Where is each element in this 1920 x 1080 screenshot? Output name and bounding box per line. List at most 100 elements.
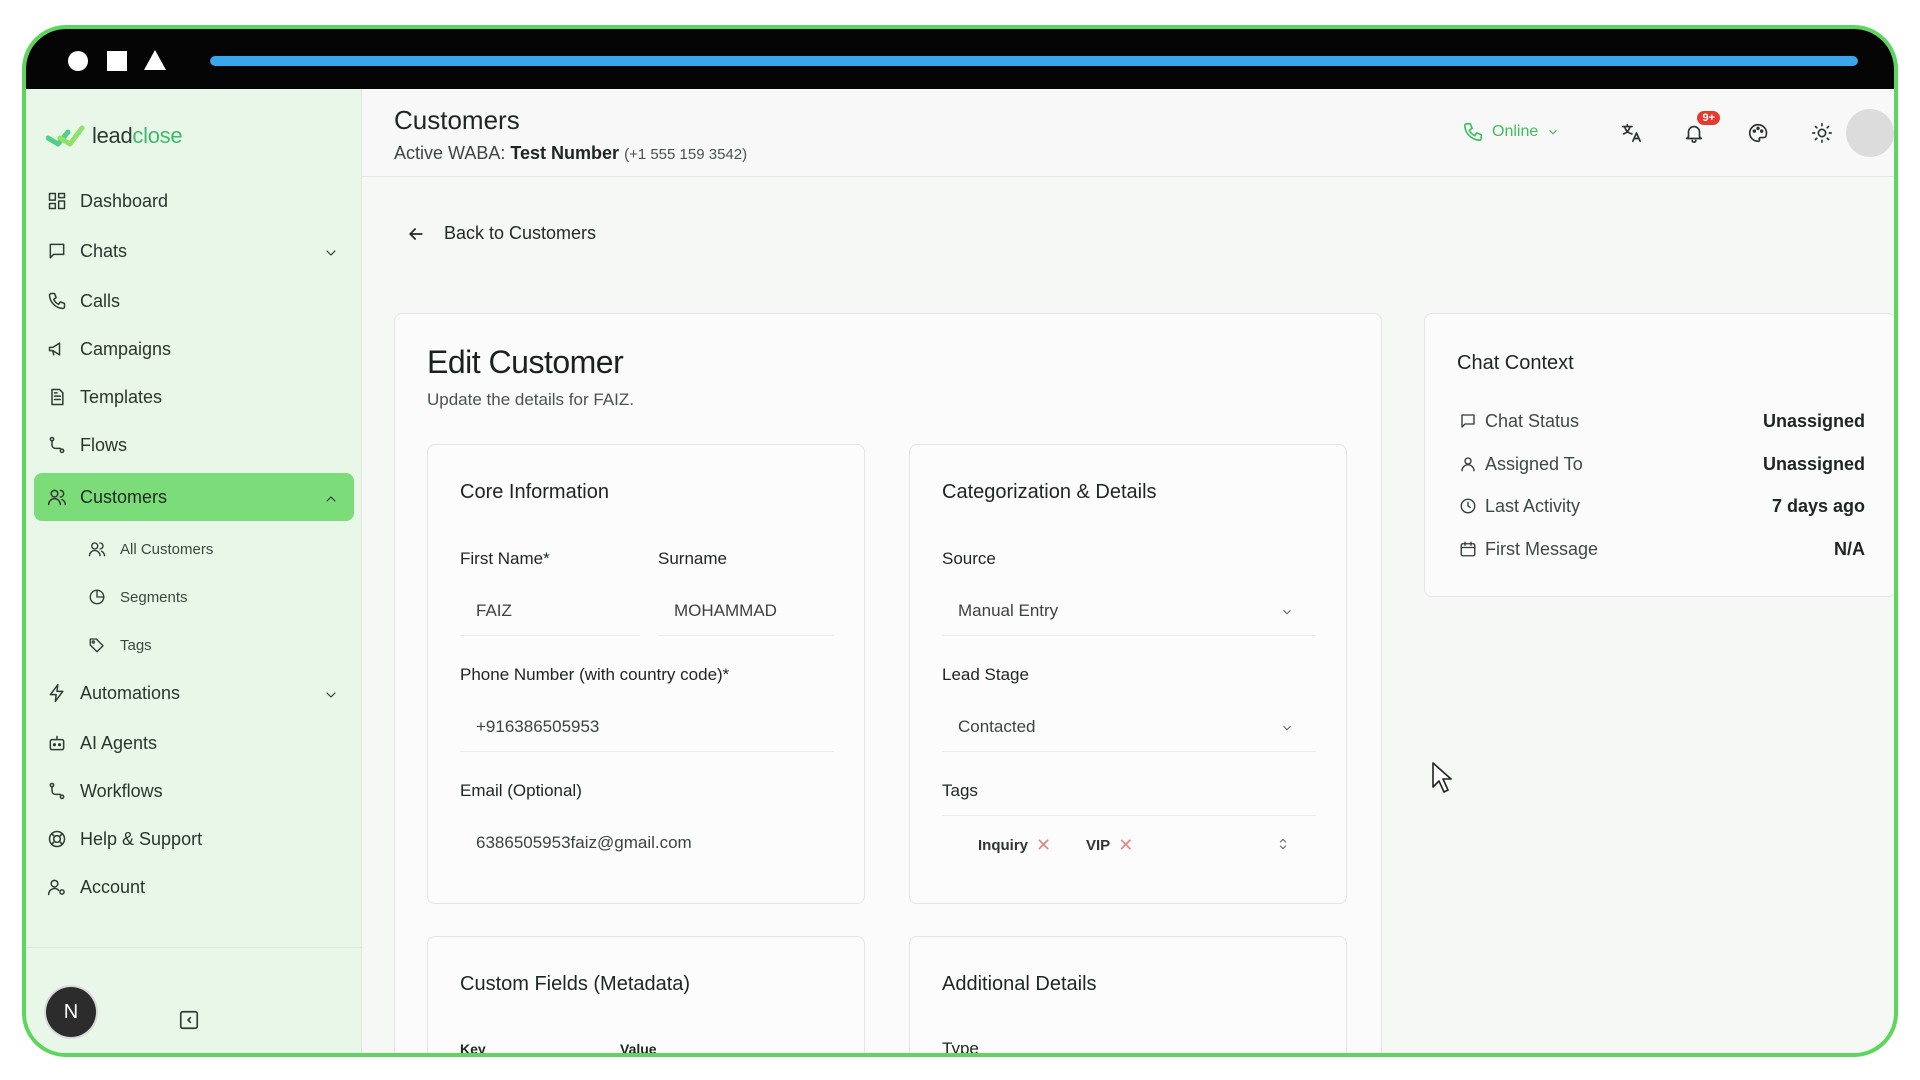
sidebar-item-automations[interactable]: Automations bbox=[34, 671, 354, 715]
sidebar-item-templates[interactable]: Templates bbox=[34, 375, 354, 419]
document-icon bbox=[46, 386, 68, 408]
sidebar-item-customers[interactable]: Customers bbox=[34, 473, 354, 521]
triangle-icon bbox=[144, 50, 166, 70]
sidebar-subitem-label: Segments bbox=[120, 588, 188, 606]
users-icon bbox=[46, 486, 68, 508]
panel-title: Categorization & Details bbox=[942, 481, 1157, 503]
close-icon[interactable]: ✕ bbox=[1036, 835, 1051, 856]
chat-context-card: Chat Context Chat Status Unassigned Assi… bbox=[1424, 313, 1894, 597]
translate-icon[interactable] bbox=[1617, 119, 1645, 147]
field-underline bbox=[942, 815, 1316, 816]
circle-icon bbox=[68, 51, 88, 71]
chat-context-title: Chat Context bbox=[1457, 352, 1574, 374]
email-label: Email (Optional) bbox=[460, 781, 582, 800]
sidebar: leadclose Dashboard Chats Calls Campaign… bbox=[26, 89, 362, 1053]
row-label: Assigned To bbox=[1485, 453, 1583, 474]
first-name-label: First Name* bbox=[460, 549, 550, 568]
type-label: Type bbox=[942, 1039, 979, 1057]
row-label: Chat Status bbox=[1485, 410, 1580, 431]
tag-chip[interactable]: Inquiry ✕ bbox=[978, 835, 1051, 856]
first-name-input[interactable]: FAIZ bbox=[476, 601, 512, 621]
calendar-icon bbox=[1457, 538, 1479, 560]
notification-badge: 9+ bbox=[1697, 111, 1720, 125]
panel-title: Custom Fields (Metadata) bbox=[460, 973, 691, 995]
recording-progress bbox=[210, 56, 1858, 66]
chevron-down-icon[interactable] bbox=[1280, 721, 1294, 735]
phone-icon bbox=[1463, 122, 1483, 142]
sidebar-item-label: AI Agents bbox=[80, 732, 158, 753]
sidebar-item-chats[interactable]: Chats bbox=[34, 229, 354, 273]
users-icon bbox=[86, 538, 108, 560]
key-column-label: Key bbox=[460, 1041, 486, 1057]
edit-customer-card: Edit Customer Update the details for FAI… bbox=[394, 313, 1382, 1057]
panel-title: Additional Details bbox=[942, 973, 1097, 995]
clock-icon bbox=[1457, 495, 1479, 517]
chat-icon bbox=[1457, 410, 1479, 432]
sidebar-item-account[interactable]: Account bbox=[34, 865, 354, 909]
email-input[interactable]: 6386505953faiz@gmail.com bbox=[476, 833, 692, 853]
phone-label: Phone Number (with country code)* bbox=[460, 665, 730, 684]
back-label: Back to Customers bbox=[444, 223, 597, 243]
user-avatar[interactable]: N bbox=[46, 987, 96, 1037]
chevron-up-down-icon[interactable] bbox=[1276, 837, 1290, 851]
row-value: N/A bbox=[1834, 538, 1865, 559]
bell-icon[interactable]: 9+ bbox=[1680, 111, 1720, 147]
value-column-label: Value bbox=[620, 1041, 657, 1057]
sidebar-item-flows[interactable]: Flows bbox=[34, 423, 354, 467]
lead-stage-select[interactable]: Contacted bbox=[958, 717, 1036, 737]
sidebar-item-calls[interactable]: Calls bbox=[34, 279, 354, 323]
chat-icon bbox=[46, 240, 68, 262]
sidebar-subitem-all-customers[interactable]: All Customers bbox=[86, 531, 213, 567]
tag-chip[interactable]: VIP ✕ bbox=[1086, 835, 1133, 856]
row-value: Unassigned bbox=[1762, 410, 1865, 431]
sidebar-item-label: Chats bbox=[80, 240, 128, 261]
back-link[interactable]: Back to Customers bbox=[406, 223, 596, 244]
sidebar-item-ai-agents[interactable]: AI Agents bbox=[34, 721, 354, 765]
tag-label: Inquiry bbox=[978, 837, 1029, 854]
field-underline bbox=[460, 635, 640, 636]
sidebar-item-label: Customers bbox=[80, 486, 168, 507]
chevron-up-icon[interactable] bbox=[320, 488, 342, 510]
profile-avatar[interactable] bbox=[1846, 109, 1894, 157]
megaphone-icon bbox=[46, 338, 68, 360]
sidebar-item-label: Workflows bbox=[80, 780, 163, 801]
collapse-sidebar-icon[interactable] bbox=[178, 1009, 200, 1031]
sidebar-item-label: Account bbox=[80, 876, 146, 897]
surname-label: Surname bbox=[658, 549, 727, 568]
sidebar-subitem-tags[interactable]: Tags bbox=[86, 627, 152, 663]
sidebar-item-label: Dashboard bbox=[80, 190, 169, 211]
sidebar-item-workflows[interactable]: Workflows bbox=[34, 769, 354, 813]
chevron-down-icon[interactable] bbox=[320, 242, 342, 264]
sidebar-item-label: Automations bbox=[80, 682, 181, 703]
sidebar-divider bbox=[26, 947, 362, 948]
sidebar-item-label: Campaigns bbox=[80, 338, 172, 359]
status-dropdown[interactable]: Online bbox=[1462, 121, 1560, 143]
sidebar-item-help-support[interactable]: Help & Support bbox=[34, 817, 354, 861]
last-activity-row: Last Activity 7 days ago bbox=[1457, 491, 1865, 521]
chevron-down-icon[interactable] bbox=[320, 684, 342, 706]
categorization-panel: Categorization & Details Source Manual E… bbox=[909, 444, 1347, 904]
sidebar-item-campaigns[interactable]: Campaigns bbox=[34, 327, 354, 371]
palette-icon[interactable] bbox=[1744, 119, 1772, 147]
close-icon[interactable]: ✕ bbox=[1118, 835, 1133, 856]
sidebar-subitem-label: Tags bbox=[120, 636, 152, 654]
user-icon bbox=[1457, 453, 1479, 475]
sidebar-item-label: Help & Support bbox=[80, 828, 203, 849]
field-underline bbox=[658, 635, 834, 636]
sidebar-item-dashboard[interactable]: Dashboard bbox=[34, 179, 354, 223]
custom-fields-panel: Custom Fields (Metadata) Key Value bbox=[427, 936, 865, 1057]
sun-icon[interactable] bbox=[1808, 119, 1836, 147]
app-logo[interactable]: leadclose bbox=[46, 123, 183, 149]
tag-label: VIP bbox=[1086, 837, 1111, 854]
phone-input[interactable]: +916386505953 bbox=[476, 717, 599, 737]
row-label: First Message bbox=[1485, 538, 1599, 559]
recording-progress-fill bbox=[210, 56, 1858, 66]
surname-input[interactable]: MOHAMMAD bbox=[674, 601, 777, 621]
app-frame: leadclose Dashboard Chats Calls Campaign… bbox=[22, 25, 1898, 1057]
user-cog-icon bbox=[46, 876, 68, 898]
source-select[interactable]: Manual Entry bbox=[958, 601, 1058, 621]
field-underline bbox=[942, 751, 1316, 752]
additional-details-panel: Additional Details Type bbox=[909, 936, 1347, 1057]
chevron-down-icon[interactable] bbox=[1280, 605, 1294, 619]
sidebar-subitem-segments[interactable]: Segments bbox=[86, 579, 188, 615]
